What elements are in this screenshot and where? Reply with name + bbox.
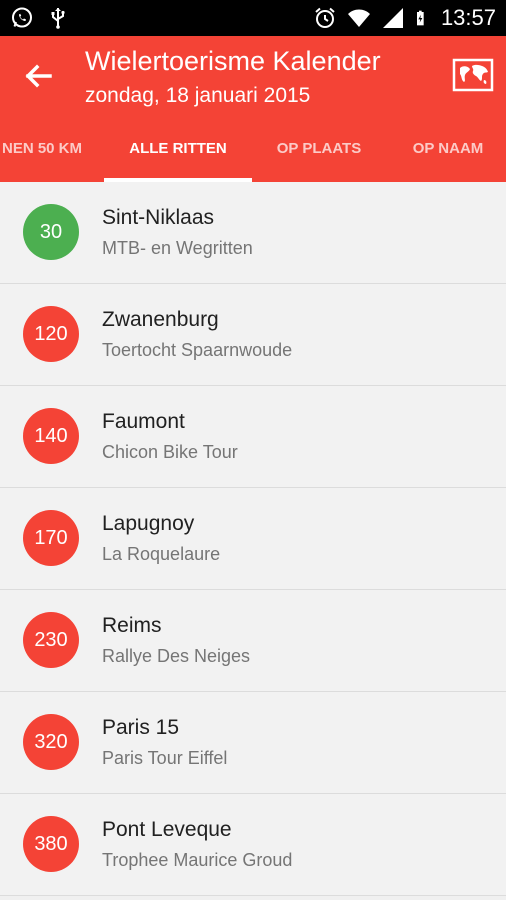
ride-place: Paris 15 [102, 716, 180, 739]
ride-place: Lapugnoy [102, 512, 195, 535]
status-bar: 13:57 [0, 0, 506, 36]
status-time: 13:57 [440, 5, 496, 30]
list-item[interactable]: 380 Pont Leveque Trophee Maurice Groud [0, 794, 506, 896]
tab-op-plaats[interactable]: OP PLAATS [262, 136, 376, 182]
tab-bar: NEN 50 KM ALLE RITTEN OP PLAATS OP NAAM [0, 136, 506, 182]
distance-badge: 230 [23, 612, 79, 668]
whatsapp-icon [12, 7, 32, 28]
ride-event: Toertocht Spaarnwoude [102, 340, 293, 360]
page-title: Wielertoerisme Kalender [85, 46, 381, 76]
ride-event: Chicon Bike Tour [102, 442, 238, 462]
ride-event: Paris Tour Eiffel [102, 748, 228, 768]
ride-event: MTB- en Wegritten [102, 238, 253, 258]
ride-place: Pont Leveque [102, 818, 232, 841]
list-item[interactable]: 170 Lapugnoy La Roquelaure [0, 488, 506, 590]
ride-list: 30 Sint-Niklaas MTB- en Wegritten 120 Zw… [0, 182, 506, 896]
distance-badge: 140 [23, 408, 79, 464]
battery-icon [416, 10, 424, 26]
list-item[interactable]: 140 Faumont Chicon Bike Tour [0, 386, 506, 488]
alarm-icon [315, 7, 335, 28]
tab-alle-ritten[interactable]: ALLE RITTEN [104, 136, 252, 182]
list-item[interactable]: 30 Sint-Niklaas MTB- en Wegritten [0, 182, 506, 284]
tab-50km[interactable]: NEN 50 KM [0, 136, 88, 182]
wifi-icon [347, 9, 370, 27]
usb-icon [51, 8, 65, 29]
list-item[interactable]: 120 Zwanenburg Toertocht Spaarnwoude [0, 284, 506, 386]
ride-place: Faumont [102, 410, 185, 433]
ride-event: La Roquelaure [102, 544, 221, 564]
ride-event: Trophee Maurice Groud [102, 850, 293, 870]
ride-place: Zwanenburg [102, 308, 219, 331]
page-subtitle: zondag, 18 januari 2015 [85, 84, 311, 107]
app-bar: Wielertoerisme Kalender zondag, 18 janua… [0, 36, 506, 182]
ride-place: Sint-Niklaas [102, 206, 215, 229]
distance-badge: 320 [23, 714, 79, 770]
ride-place: Reims [102, 614, 162, 637]
distance-badge: 120 [23, 306, 79, 362]
list-item[interactable]: 230 Reims Rallye Des Neiges [0, 590, 506, 692]
world-map-icon[interactable] [452, 56, 494, 94]
status-bar-left [10, 6, 70, 30]
tab-op-naam[interactable]: OP NAAM [398, 136, 498, 182]
list-item[interactable]: 320 Paris 15 Paris Tour Eiffel [0, 692, 506, 794]
distance-badge: 170 [23, 510, 79, 566]
distance-badge: 30 [23, 204, 79, 260]
arrow-back-icon[interactable] [20, 58, 56, 94]
ride-event: Rallye Des Neiges [102, 646, 251, 666]
status-bar-right: 13:57 [313, 4, 496, 32]
signal-icon [382, 8, 403, 28]
distance-badge: 380 [23, 816, 79, 872]
